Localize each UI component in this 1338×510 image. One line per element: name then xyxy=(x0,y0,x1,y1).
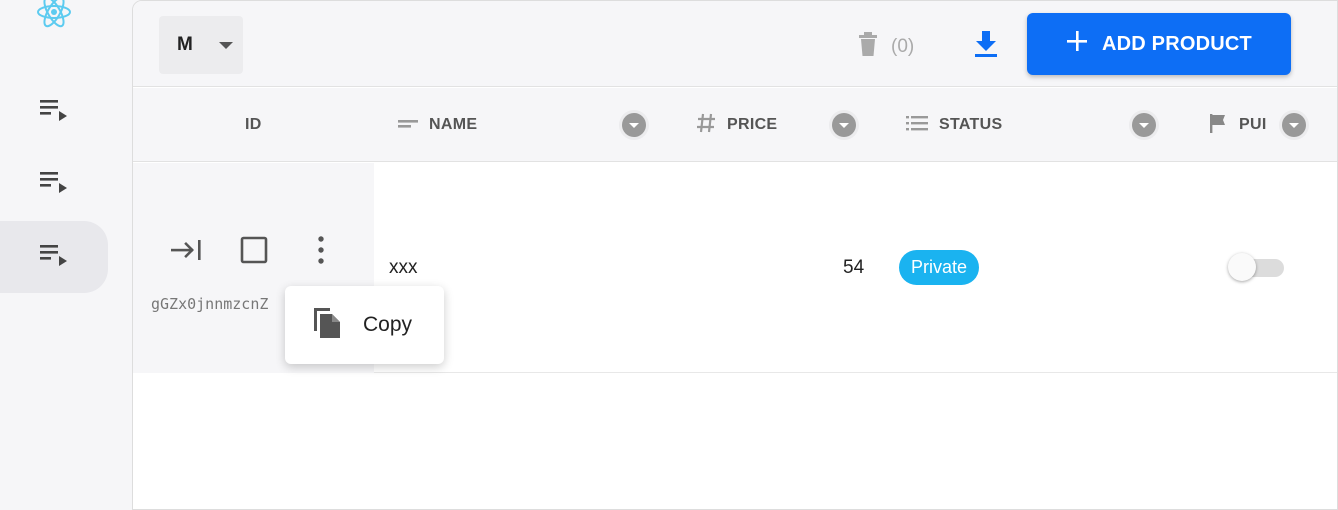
react-logo-icon xyxy=(36,0,72,28)
trash-icon xyxy=(857,31,879,63)
column-label-published: PUI xyxy=(1239,116,1267,133)
sidebar xyxy=(0,0,132,510)
playlist-play-icon xyxy=(38,242,68,273)
toolbar: M (0) ADD PRODUCT xyxy=(133,1,1337,87)
select-row-checkbox[interactable] xyxy=(238,235,270,270)
column-label-name: NAME xyxy=(429,116,478,133)
add-product-label: ADD PRODUCT xyxy=(1102,32,1252,55)
copy-label: Copy xyxy=(363,313,413,336)
products-panel: M (0) ADD PRODUCT ID NAME PRICE STATUS P… xyxy=(132,0,1338,510)
delete-selected[interactable]: (0) xyxy=(857,31,914,63)
download-icon xyxy=(973,31,999,63)
table-header: ID NAME PRICE STATUS PUI xyxy=(133,88,1337,162)
published-toggle[interactable] xyxy=(1228,253,1286,281)
caret-down-icon xyxy=(219,42,233,49)
row-name: xxx xyxy=(389,257,418,278)
hash-icon xyxy=(695,112,717,139)
sort-name-button[interactable] xyxy=(619,110,649,140)
sort-price-button[interactable] xyxy=(829,110,859,140)
column-label-id: ID xyxy=(245,116,262,133)
delete-count: (0) xyxy=(891,36,915,57)
list-icon xyxy=(905,115,929,136)
column-header-price[interactable]: PRICE xyxy=(695,88,777,162)
column-header-id[interactable]: ID xyxy=(245,88,262,162)
short-text-icon xyxy=(397,116,419,135)
status-badge: Private xyxy=(899,250,980,285)
download-button[interactable] xyxy=(973,29,999,64)
sidebar-item-2[interactable] xyxy=(0,148,108,220)
caret-down-icon xyxy=(1282,113,1306,137)
caret-down-icon xyxy=(1132,113,1156,137)
sidebar-item-3[interactable] xyxy=(0,221,108,293)
size-select-value: M xyxy=(177,34,193,55)
copy-menu-item[interactable]: Copy xyxy=(285,286,444,364)
caret-down-icon xyxy=(622,113,646,137)
plus-icon xyxy=(1066,30,1088,58)
row-price: 54 xyxy=(843,257,865,278)
playlist-play-icon xyxy=(38,169,68,200)
column-header-published[interactable]: PUI xyxy=(1207,88,1267,162)
playlist-play-icon xyxy=(38,97,68,128)
open-row-icon[interactable] xyxy=(169,235,203,270)
more-options-icon[interactable] xyxy=(311,235,331,270)
sidebar-item-1[interactable] xyxy=(0,76,108,148)
copy-icon xyxy=(311,305,343,345)
add-product-button[interactable]: ADD PRODUCT xyxy=(1027,13,1291,75)
column-header-name[interactable]: NAME xyxy=(397,88,477,162)
sort-published-button[interactable] xyxy=(1279,110,1309,140)
size-select[interactable]: M xyxy=(159,16,243,74)
toggle-knob xyxy=(1228,253,1256,281)
column-label-status: STATUS xyxy=(939,116,1003,133)
caret-down-icon xyxy=(832,113,856,137)
flag-icon xyxy=(1207,112,1229,139)
sort-status-button[interactable] xyxy=(1129,110,1159,140)
column-header-status[interactable]: STATUS xyxy=(905,88,1002,162)
column-label-price: PRICE xyxy=(727,116,778,133)
